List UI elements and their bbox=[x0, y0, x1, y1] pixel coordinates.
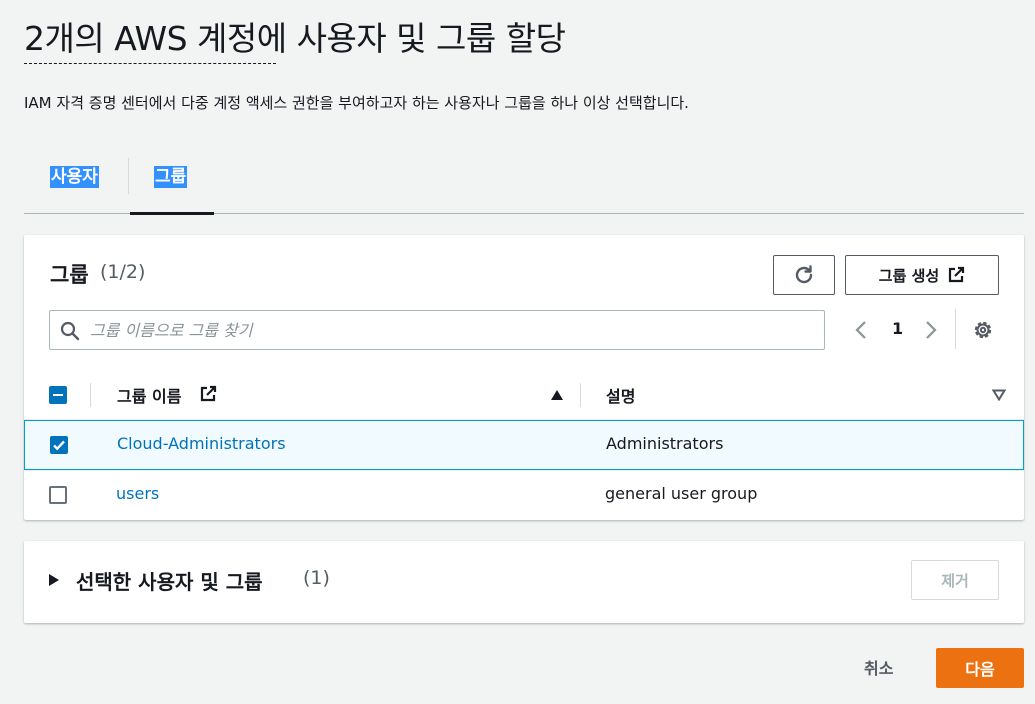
row-checkbox[interactable] bbox=[49, 486, 67, 504]
chevron-right-icon[interactable] bbox=[924, 319, 938, 341]
refresh-button[interactable] bbox=[773, 255, 835, 295]
page-description: IAM 자격 증명 센터에서 다중 계정 액세스 권한을 부여하고자 하는 사용… bbox=[24, 94, 689, 112]
external-link-icon bbox=[949, 266, 965, 283]
title-underline bbox=[24, 63, 276, 64]
check-icon bbox=[53, 440, 65, 451]
search-box bbox=[49, 310, 825, 350]
tab-bar: 사용자 그룹 bbox=[24, 140, 1024, 215]
select-all-checkbox[interactable] bbox=[49, 386, 67, 404]
tab-divider bbox=[128, 158, 129, 194]
remove-button[interactable]: 제거 bbox=[911, 560, 999, 600]
group-description: Administrators bbox=[606, 434, 724, 453]
caret-right-icon[interactable] bbox=[48, 573, 60, 587]
pager-divider bbox=[955, 309, 956, 349]
tab-users-label: 사용자 bbox=[50, 166, 99, 188]
tab-groups[interactable]: 그룹 bbox=[154, 162, 188, 188]
search-icon bbox=[60, 321, 80, 341]
external-link-icon[interactable] bbox=[199, 385, 217, 403]
page-number[interactable]: 1 bbox=[892, 319, 903, 338]
sort-ascending-icon[interactable] bbox=[550, 389, 564, 401]
tab-users[interactable]: 사용자 bbox=[50, 162, 99, 188]
selected-panel: 선택한 사용자 및 그룹 (1) 제거 bbox=[24, 541, 1024, 623]
selected-panel-title[interactable]: 선택한 사용자 및 그룹 bbox=[76, 566, 263, 595]
table-header: 그룹 이름 설명 bbox=[24, 370, 1024, 420]
gear-icon[interactable] bbox=[972, 319, 994, 341]
column-header-name[interactable]: 그룹 이름 bbox=[117, 383, 181, 407]
group-description: general user group bbox=[605, 484, 758, 503]
groups-panel-count: (1/2) bbox=[100, 261, 146, 283]
create-group-button[interactable]: 그룹 생성 bbox=[845, 255, 999, 295]
table-row[interactable]: Cloud-Administrators Administrators bbox=[24, 420, 1024, 470]
group-name-link[interactable]: Cloud-Administrators bbox=[117, 434, 286, 453]
next-button[interactable]: 다음 bbox=[936, 648, 1024, 688]
groups-panel-title: 그룹 bbox=[50, 263, 89, 287]
active-tab-indicator bbox=[130, 212, 214, 215]
group-name-link[interactable]: users bbox=[116, 484, 159, 503]
refresh-icon bbox=[795, 265, 813, 284]
column-header-description[interactable]: 설명 bbox=[606, 383, 635, 407]
chevron-left-icon[interactable] bbox=[854, 319, 868, 341]
row-checkbox[interactable] bbox=[50, 436, 68, 454]
column-divider bbox=[90, 383, 91, 407]
selected-panel-count: (1) bbox=[303, 567, 330, 589]
groups-panel: 그룹 (1/2) 그룹 생성 1 그룹 이름 bbox=[24, 235, 1024, 520]
column-divider bbox=[580, 383, 581, 407]
search-input[interactable] bbox=[90, 313, 810, 347]
cancel-button[interactable]: 취소 bbox=[864, 655, 893, 679]
sort-caret-down-icon[interactable] bbox=[992, 389, 1006, 401]
table-row[interactable]: users general user group bbox=[24, 470, 1024, 520]
tab-groups-label: 그룹 bbox=[154, 166, 188, 188]
page-title: 2개의 AWS 계정에 사용자 및 그룹 할당 bbox=[24, 19, 566, 58]
create-group-label: 그룹 생성 bbox=[878, 266, 940, 285]
